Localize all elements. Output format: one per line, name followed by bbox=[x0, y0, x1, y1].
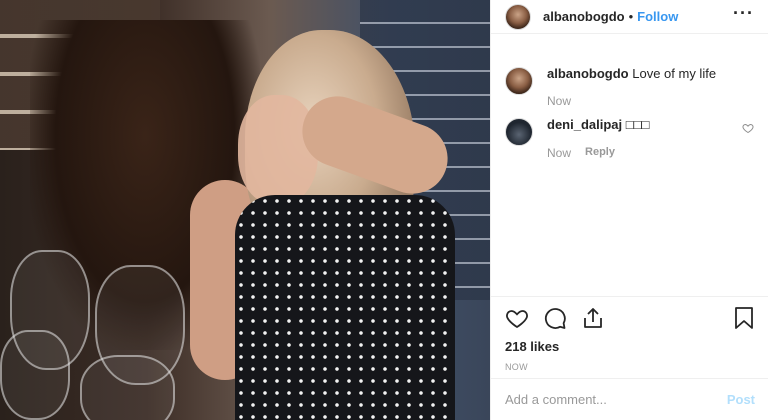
woman-face bbox=[238, 95, 318, 205]
comment-input[interactable]: Add a comment... bbox=[505, 392, 727, 407]
comment-username[interactable]: deni_dalipaj bbox=[547, 117, 622, 132]
caption: albanobogdo Love of my life Now bbox=[491, 65, 768, 108]
post-header: albanobogdo • Follow ··· bbox=[491, 0, 768, 34]
commenter-avatar[interactable] bbox=[505, 118, 533, 146]
add-comment-bar: Add a comment... Post bbox=[491, 378, 768, 420]
heart-icon[interactable] bbox=[505, 306, 529, 330]
action-icons bbox=[505, 305, 755, 331]
caption-meta: Now bbox=[547, 94, 754, 108]
like-count[interactable]: 218 likes bbox=[505, 339, 755, 354]
comment-time[interactable]: Now bbox=[547, 146, 571, 160]
polka-dot-dress bbox=[235, 195, 455, 420]
author-username[interactable]: albanobogdo bbox=[543, 9, 625, 24]
caption-avatar[interactable] bbox=[505, 67, 533, 95]
caption-username[interactable]: albanobogdo bbox=[547, 66, 629, 81]
follow-button[interactable]: Follow bbox=[637, 9, 678, 24]
bookmark-icon[interactable] bbox=[733, 306, 755, 330]
caption-time[interactable]: Now bbox=[547, 94, 571, 108]
caption-body: Love of my life bbox=[632, 66, 717, 81]
wine-glass bbox=[0, 330, 70, 420]
comment-item: deni_dalipaj □□□ Now Reply bbox=[491, 116, 768, 160]
share-icon[interactable] bbox=[581, 306, 605, 330]
post-photo[interactable] bbox=[0, 0, 490, 420]
comment-icon[interactable] bbox=[543, 306, 567, 330]
comment-text: deni_dalipaj □□□ bbox=[547, 116, 742, 133]
wine-glass bbox=[80, 355, 175, 420]
small-heart-icon[interactable] bbox=[742, 122, 754, 134]
post-sidebar: albanobogdo • Follow ··· albanobogdo Lov… bbox=[490, 0, 768, 420]
more-icon[interactable]: ··· bbox=[733, 4, 754, 26]
author-avatar[interactable] bbox=[505, 3, 531, 30]
post-button[interactable]: Post bbox=[727, 392, 755, 407]
caption-text: albanobogdo Love of my life bbox=[547, 65, 754, 82]
separator-dot: • bbox=[628, 9, 634, 24]
post-timestamp[interactable]: NOW bbox=[505, 362, 755, 372]
post-actions: 218 likes NOW bbox=[491, 296, 768, 372]
reply-button[interactable]: Reply bbox=[585, 146, 615, 160]
comment-body: □□□ bbox=[625, 117, 650, 132]
comment-meta: Now Reply bbox=[547, 146, 742, 160]
